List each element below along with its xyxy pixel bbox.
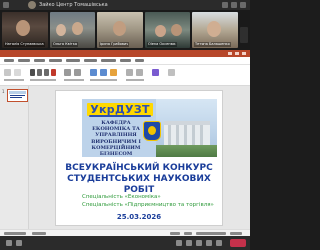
- menu-file[interactable]: [4, 59, 14, 62]
- replace-icon[interactable]: [136, 69, 143, 76]
- shapes-icon[interactable]: [90, 69, 97, 76]
- thumbnail-banner: [9, 91, 26, 94]
- participant-video: [155, 25, 166, 37]
- slide-editing-area: УкрДУЗТ КАФЕДРА ЕКОНОМІКА ТА УПРАВЛІННЯ …: [29, 86, 250, 229]
- participant-tile[interactable]: Тетяна Балашенко: [192, 12, 238, 48]
- find-icon[interactable]: [126, 69, 133, 76]
- align-icon[interactable]: [64, 69, 71, 76]
- notes-button[interactable]: [170, 232, 180, 235]
- more-options-icon[interactable]: [216, 240, 222, 246]
- grid-view-icon[interactable]: [222, 2, 228, 8]
- slide-title: ВСЕУКРАЇНСЬКИЙ КОНКУРС СТУДЕНТСЬКИХ НАУК…: [60, 163, 218, 196]
- participant-tile[interactable]: Olena Оксенюк: [145, 12, 190, 48]
- more-participants-button[interactable]: [240, 27, 248, 43]
- ppt-menu-bar: [0, 57, 250, 65]
- meeting-controls-bar: [0, 236, 250, 250]
- participant-name: Тетяна Балашенко: [194, 42, 231, 47]
- participant-name: Ольга Квітка: [52, 42, 78, 47]
- thumbnail-text-line: [10, 95, 25, 96]
- participant-name: Olena Оксенюк: [147, 42, 177, 47]
- title-line: ВСЕУКРАЇНСЬКИЙ КОНКУРС: [65, 163, 213, 173]
- participant-strip: Наталія Ступаєвська Ольга Квітка Ірина Г…: [0, 10, 250, 50]
- speaker-name: Зайко Центр Томашівська: [39, 2, 108, 8]
- bullets-icon[interactable]: [74, 69, 81, 76]
- menu-review[interactable]: [120, 59, 131, 62]
- menu-design[interactable]: [49, 59, 62, 62]
- ppt-ribbon: [0, 65, 250, 86]
- slide-counter-status: [4, 232, 26, 235]
- camera-icon[interactable]: [176, 240, 182, 246]
- clipboard-group-label: [4, 79, 24, 81]
- slide-thumbnail[interactable]: [7, 89, 28, 102]
- menu-animations[interactable]: [84, 59, 97, 62]
- drawing-group-label: [90, 79, 117, 81]
- zoom-slider[interactable]: [196, 232, 226, 235]
- zoom-level[interactable]: [230, 232, 242, 235]
- emblem-center: [148, 126, 156, 135]
- new-slide-icon[interactable]: [14, 69, 21, 76]
- participant-video: [113, 21, 126, 36]
- menu-home[interactable]: [18, 59, 30, 62]
- participant-video: [171, 24, 182, 36]
- meeting-top-bar: Зайко Центр Томашівська: [0, 0, 250, 10]
- close-icon[interactable]: [240, 2, 246, 8]
- paste-icon[interactable]: [4, 69, 11, 76]
- participant-video: [72, 22, 83, 35]
- screen: Зайко Центр Томашівська Наталія Ступаєвс…: [0, 0, 250, 250]
- participant-video: [207, 21, 221, 37]
- participant-tile[interactable]: Ірина Грабович: [97, 12, 143, 48]
- speaker-avatar: [28, 1, 36, 9]
- event-date: 25.03.2026: [116, 213, 162, 221]
- department-line: ЕКОНОМІКА ТА УПРАВЛІННЯ: [92, 126, 140, 139]
- paragraph-group-label: [64, 79, 84, 81]
- shared-screen-powerpoint: 1 УкрДУЗТ КАФЕДРА ЕКОНОМІКА ТА УПРАВЛІНН…: [0, 50, 250, 237]
- minimize-icon[interactable]: [228, 52, 232, 55]
- fullscreen-icon[interactable]: [231, 2, 237, 8]
- menu-slideshow[interactable]: [101, 59, 116, 62]
- close-window-icon[interactable]: [242, 52, 246, 55]
- share-screen-icon[interactable]: [196, 240, 202, 246]
- department-line: ВИРОБНИЧИМ І КОМЕРЦІЙНИМ: [91, 138, 141, 151]
- participant-tile[interactable]: Наталія Ступаєвська: [2, 12, 48, 48]
- participant-name: Наталія Ступаєвська: [4, 42, 45, 47]
- people-icon[interactable]: [16, 240, 22, 246]
- normal-view-icon[interactable]: [184, 232, 192, 235]
- title-line: СТУДЕНТСЬКИХ НАУКОВИХ РОБІТ: [67, 174, 211, 195]
- logo-swoosh: [89, 115, 151, 117]
- designer-icon[interactable]: [152, 69, 159, 76]
- trees: [156, 145, 217, 157]
- participant-tile[interactable]: Ольга Квітка: [50, 12, 95, 48]
- arrange-icon[interactable]: [100, 69, 107, 76]
- menu-icon[interactable]: [3, 2, 9, 8]
- slide-thumbnail-panel: 1: [0, 86, 29, 229]
- quick-styles-icon[interactable]: [110, 69, 117, 76]
- italic-icon[interactable]: [37, 69, 42, 76]
- participant-video: [56, 24, 66, 36]
- specialty-entrepreneurship: Спеціальність «Підприємництво та торгівл…: [82, 202, 214, 208]
- underline-icon[interactable]: [44, 69, 49, 76]
- menu-transitions[interactable]: [66, 59, 80, 62]
- maximize-icon[interactable]: [235, 52, 239, 55]
- editing-group-label: [126, 79, 144, 81]
- slide-number: 1: [2, 89, 5, 94]
- bold-icon[interactable]: [30, 69, 35, 76]
- department-line: БІЗНЕСОМ: [99, 151, 133, 158]
- ppt-title-bar: [0, 50, 250, 57]
- leave-call-button[interactable]: [230, 239, 246, 247]
- specialty-economics: Спеціальність «Економіка»: [82, 194, 161, 200]
- participant-name: Ірина Грабович: [99, 42, 130, 47]
- slide[interactable]: УкрДУЗТ КАФЕДРА ЕКОНОМІКА ТА УПРАВЛІННЯ …: [55, 90, 223, 226]
- font-color-icon[interactable]: [51, 69, 56, 76]
- language-status: [32, 232, 46, 235]
- dictate-icon[interactable]: [168, 69, 175, 76]
- raise-hand-icon[interactable]: [206, 240, 212, 246]
- microphone-icon[interactable]: [186, 240, 192, 246]
- font-group-label: [30, 79, 56, 81]
- department-name: КАФЕДРА ЕКОНОМІКА ТА УПРАВЛІННЯ ВИРОБНИЧ…: [86, 120, 146, 157]
- menu-view[interactable]: [135, 59, 144, 62]
- participant-video: [16, 20, 30, 36]
- menu-insert[interactable]: [34, 59, 45, 62]
- chat-icon[interactable]: [6, 240, 12, 246]
- thumbnail-text-line: [10, 97, 22, 98]
